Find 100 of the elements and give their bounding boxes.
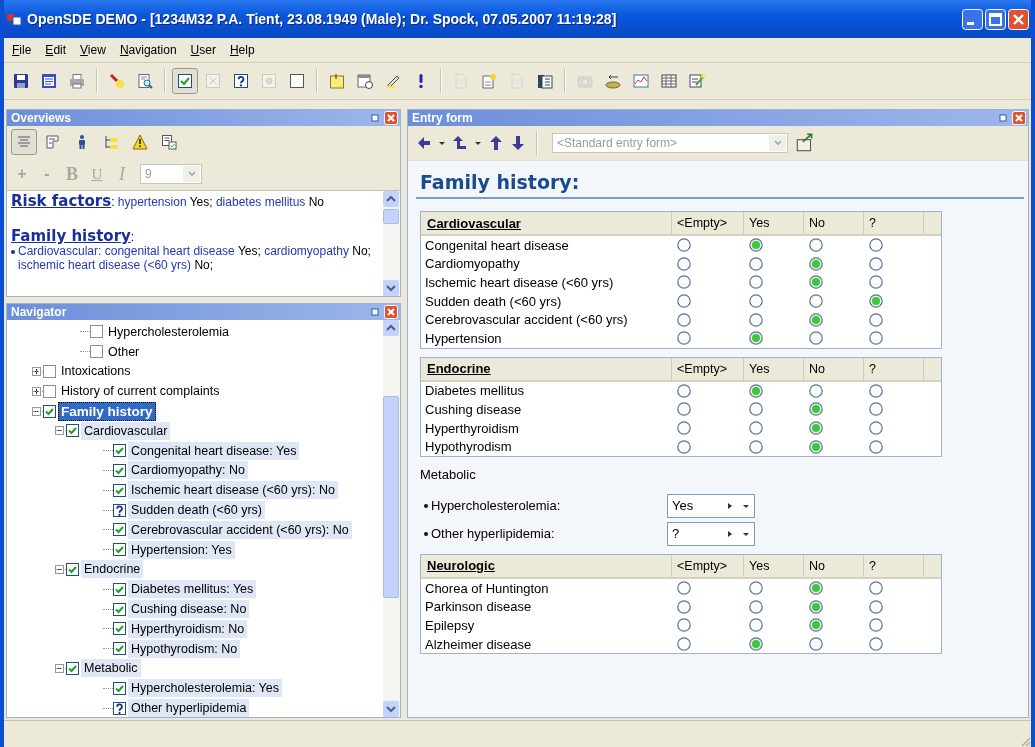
checkbox-icon[interactable] [66,661,79,675]
radio-button[interactable] [677,238,691,253]
menu-item[interactable]: Edit [39,41,73,59]
restore-button[interactable] [368,305,382,319]
left-arrow-icon[interactable] [416,135,432,151]
radio-button[interactable] [809,238,823,253]
radio-button[interactable] [869,238,883,253]
caret-icon[interactable] [474,139,482,147]
checkbox-icon[interactable] [90,345,103,359]
toolbar-button[interactable] [172,68,198,94]
caret-icon[interactable] [438,139,446,147]
radio-button[interactable] [869,439,883,454]
tree-item[interactable]: Intoxications [58,362,134,381]
checkbox-icon[interactable] [113,681,126,695]
resize-grip-icon[interactable] [1019,735,1031,747]
scroll-up-button[interactable] [383,320,399,336]
radio-button[interactable] [809,581,823,596]
scroll-down-button[interactable] [383,280,399,296]
checkbox-icon[interactable] [43,384,56,398]
radio-button[interactable] [749,581,763,596]
checkbox-icon[interactable] [113,543,126,557]
tree-item[interactable]: Endocrine [81,560,144,579]
radio-button[interactable] [869,618,883,633]
radio-button[interactable] [749,312,763,327]
tree-item[interactable]: History of current complaints [58,382,223,401]
radio-button[interactable] [677,421,691,436]
radio-button[interactable] [677,637,691,651]
down-arrow-icon[interactable] [510,135,526,151]
radio-button[interactable] [677,599,691,614]
tree-item[interactable]: Hypertension: Yes [128,540,235,559]
radio-button[interactable] [749,256,763,271]
expander-icon[interactable] [32,367,41,376]
radio-button[interactable] [869,294,883,309]
answer-dropdown[interactable]: Yes [667,493,755,518]
scroll-thumb[interactable] [383,396,399,598]
radio-button[interactable] [809,312,823,327]
minimize-button[interactable] [962,8,983,30]
restore-button[interactable] [368,111,382,125]
close-button[interactable] [1012,111,1026,125]
radio-button[interactable] [677,256,691,271]
menu-item[interactable]: View [74,41,112,59]
radio-button[interactable] [677,439,691,454]
radio-button[interactable] [869,256,883,271]
radio-button[interactable] [749,637,763,651]
radio-button[interactable] [749,238,763,253]
radio-button[interactable] [749,275,763,290]
section-link[interactable]: Family history [11,227,131,245]
tree-item[interactable]: Other hyperlipidemia [128,699,250,717]
checkbox-icon[interactable] [43,365,56,378]
checkbox-icon[interactable] [113,582,126,596]
close-button[interactable] [384,305,398,319]
radio-button[interactable] [869,599,883,614]
up-arrow-icon[interactable] [488,135,504,151]
checkbox-icon[interactable] [113,463,126,477]
radio-button[interactable] [749,383,763,398]
tree-item[interactable]: Hyperthyroidism: No [128,619,248,638]
checkbox-icon[interactable] [43,404,56,418]
radio-button[interactable] [749,618,763,633]
radio-button[interactable] [749,402,763,417]
checkbox-icon[interactable] [113,483,126,497]
radio-button[interactable] [749,421,763,436]
question-box-icon[interactable] [113,503,126,517]
radio-button[interactable] [869,383,883,398]
radio-button[interactable] [869,331,883,346]
tree-item[interactable]: Cardiovascular [81,421,171,440]
scrollbar[interactable] [383,191,400,296]
radio-button[interactable] [809,637,823,651]
radio-button[interactable] [809,256,823,271]
radio-button[interactable] [809,439,823,454]
radio-button[interactable] [869,312,883,327]
checkbox-icon[interactable] [90,325,103,339]
scrollbar[interactable] [383,320,400,717]
restore-button[interactable] [996,111,1010,125]
radio-button[interactable] [677,312,691,327]
radio-button[interactable] [749,439,763,454]
menu-item[interactable]: User [184,41,222,59]
radio-button[interactable] [749,294,763,309]
menu-item[interactable]: File [6,41,38,59]
menu-item[interactable]: Help [223,41,261,59]
radio-button[interactable] [677,331,691,346]
tree-item[interactable]: Congenital heart disease: Yes [128,441,300,460]
checkbox-icon[interactable] [113,444,126,458]
radio-button[interactable] [809,331,823,346]
scroll-thumb[interactable] [383,209,399,224]
radio-button[interactable] [809,383,823,398]
checkbox-icon[interactable] [66,562,79,576]
checkbox-icon[interactable] [113,602,126,616]
radio-button[interactable] [677,402,691,417]
tree-item[interactable]: Ischemic heart disease (<60 yrs): No [128,481,338,500]
checkbox-icon[interactable] [66,424,79,438]
tree-item[interactable]: Cushing disease: No [128,600,250,619]
radio-button[interactable] [677,275,691,290]
radio-button[interactable] [749,599,763,614]
tree-item[interactable]: Cerebrovascular accident (<60 yrs): No [128,520,352,539]
radio-button[interactable] [677,581,691,596]
maximize-button[interactable] [985,8,1006,30]
tree-item[interactable]: Hypercholesterolemia [105,322,232,341]
radio-button[interactable] [809,618,823,633]
tree-item[interactable]: Cardiomyopathy: No [128,461,248,480]
radio-button[interactable] [869,275,883,290]
